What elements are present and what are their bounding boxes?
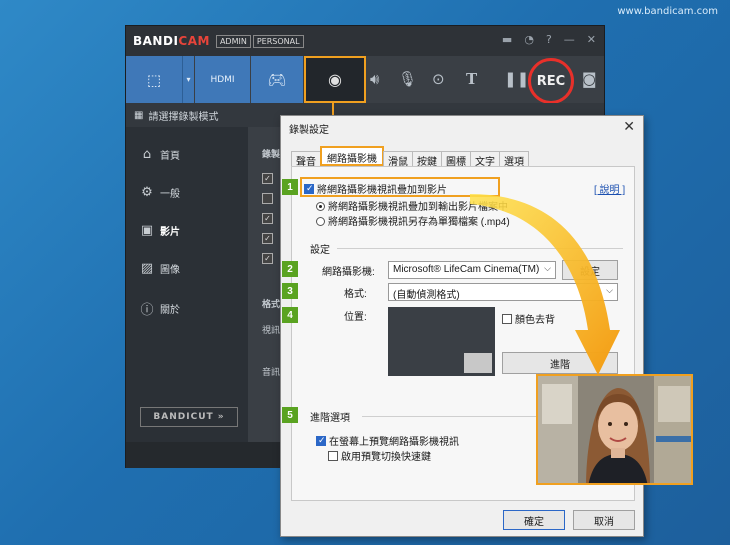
home-icon: ⌂ — [142, 147, 152, 162]
tab-logo[interactable]: 圖標 — [441, 151, 471, 168]
bandicam-toolbar: ⬚ ▾ HDMI 🎮︎ ◉ 🔊︎ 🎙︎ ⊙ T ❚❚ REC ◙ — [126, 56, 604, 104]
overlay-checkbox-box[interactable] — [304, 183, 314, 194]
position-label: 位置: — [344, 312, 367, 323]
gamepad-icon: 🎮︎ — [267, 70, 287, 89]
curved-arrow — [470, 194, 620, 375]
record-section-label: 錄製 — [262, 150, 281, 160]
hotkey-checkbox-box[interactable] — [328, 451, 338, 461]
tab-text[interactable]: 文字 — [470, 151, 500, 168]
text-icon[interactable]: T — [466, 70, 477, 88]
webcam-face-photo — [536, 374, 693, 485]
record-option-4[interactable]: ✓ — [262, 233, 273, 244]
webcam-button[interactable]: ◉ — [304, 56, 366, 103]
video-label: 視訊 — [262, 326, 281, 336]
screen-rect-icon: ⬚ — [146, 70, 162, 89]
preview-checkbox-box[interactable] — [316, 435, 326, 446]
webcam-face-illustration — [538, 376, 691, 483]
sidebar-item-general[interactable]: ⚙ 一般 — [140, 185, 180, 200]
dialog-title: 錄製設定 — [289, 125, 329, 136]
hotkey-checkbox[interactable]: 啟用預覽切換快速鍵 — [328, 448, 431, 463]
advanced-group-divider — [362, 416, 547, 417]
sidebar-item-home[interactable]: ⌂ 首頁 — [140, 147, 180, 162]
step-4-badge: 4 — [282, 307, 298, 323]
record-option-2[interactable] — [262, 193, 273, 204]
overlay-checkbox[interactable]: 將網路攝影機視訊疊加到影片 — [304, 181, 447, 196]
dialog-close-button[interactable]: ✕ — [623, 118, 635, 135]
bandicam-sidebar: ⌂ 首頁 ⚙ 一般 ▣ 影片 ▨ 圖像 ⓘ 關於 BANDICUT » — [126, 127, 248, 442]
screen-mode-dropdown[interactable]: ▾ — [182, 56, 194, 103]
format-section-label: 格式 — [262, 300, 281, 310]
subbar-title: 請選擇錄製模式 — [148, 111, 219, 123]
image-icon: ▨ — [140, 261, 154, 276]
tab-mouse[interactable]: 滑鼠 — [383, 151, 413, 168]
record-option-1[interactable]: ✓ — [262, 173, 273, 184]
device-mode-button[interactable]: HDMI — [195, 56, 250, 103]
tab-webcam[interactable]: 網路攝影機 — [320, 146, 384, 166]
microphone-icon[interactable]: 🎙︎ — [398, 70, 417, 88]
ok-button[interactable]: 確定 — [503, 510, 565, 530]
video-icon: ▣ — [140, 223, 154, 238]
record-option-5[interactable]: ✓ — [262, 253, 273, 264]
gear-icon: ⚙ — [141, 185, 153, 200]
game-mode-button[interactable]: 🎮︎ — [251, 56, 303, 103]
preview-checkbox[interactable]: 在螢幕上預覽網路攝影機視訊 — [316, 433, 459, 448]
grid-icon: ▦ — [134, 109, 144, 121]
bandicam-logo: BANDICAM — [133, 34, 210, 48]
step-1-badge: 1 — [282, 179, 298, 195]
format-label: 格式: — [344, 289, 367, 300]
clock-icon[interactable]: ◔ — [524, 33, 534, 46]
info-icon: ⓘ — [140, 303, 154, 318]
close-icon[interactable]: ✕ — [587, 33, 596, 46]
camera-icon[interactable]: ◙ — [582, 70, 597, 88]
sidebar-item-about[interactable]: ⓘ 關於 — [140, 299, 180, 318]
minimize-icon[interactable]: — — [564, 33, 575, 46]
record-option-3[interactable]: ✓ — [262, 213, 273, 224]
step-2-badge: 2 — [282, 261, 298, 277]
screen-mode-button[interactable]: ⬚ — [126, 56, 182, 103]
personal-badge: PERSONAL — [252, 34, 304, 48]
step-3-badge: 3 — [282, 283, 298, 299]
webcam-icon: ◉ — [328, 70, 342, 89]
admin-badge: ADMIN — [215, 34, 251, 48]
help-icon[interactable]: ? — [546, 33, 552, 46]
tab-sound[interactable]: 聲音 — [291, 151, 321, 168]
pause-icon[interactable]: ❚❚ — [504, 70, 529, 88]
bandicut-button[interactable]: BANDICUT » — [140, 407, 238, 427]
chevron-down-icon: ▾ — [186, 75, 191, 84]
tab-options[interactable]: 選項 — [499, 151, 529, 168]
step-5-badge: 5 — [282, 407, 298, 423]
tab-keys[interactable]: 按鍵 — [412, 151, 442, 168]
cancel-button[interactable]: 取消 — [573, 510, 635, 530]
radio-separate-dot[interactable] — [316, 217, 325, 226]
radio-overlay-dot[interactable] — [316, 202, 325, 211]
watermark: www.bandicam.com — [617, 6, 718, 17]
sidebar-item-image[interactable]: ▨ 圖像 — [140, 261, 180, 276]
audio-label: 音訊 — [262, 368, 281, 378]
speaker-icon[interactable]: 🔊︎ — [370, 70, 379, 88]
sidebar-item-video[interactable]: ▣ 影片 — [140, 223, 180, 238]
hdmi-icon: HDMI — [210, 74, 235, 85]
bandicam-titlebar: BANDICAM ADMIN PERSONAL ▬ ◔ ? — ✕ — [126, 26, 604, 56]
folder-icon[interactable]: ▬ — [502, 33, 512, 46]
settings-group-label: 設定 — [310, 245, 330, 256]
advanced-group-label: 進階選項 — [310, 413, 350, 424]
cursor-click-icon[interactable]: ⊙ — [432, 70, 445, 88]
webcam-label: 網路攝影機: — [322, 267, 375, 278]
rec-button[interactable]: REC — [528, 58, 574, 104]
dialog-tabs: 聲音 網路攝影機 滑鼠 按鍵 圖標 文字 選項 — [291, 146, 529, 168]
